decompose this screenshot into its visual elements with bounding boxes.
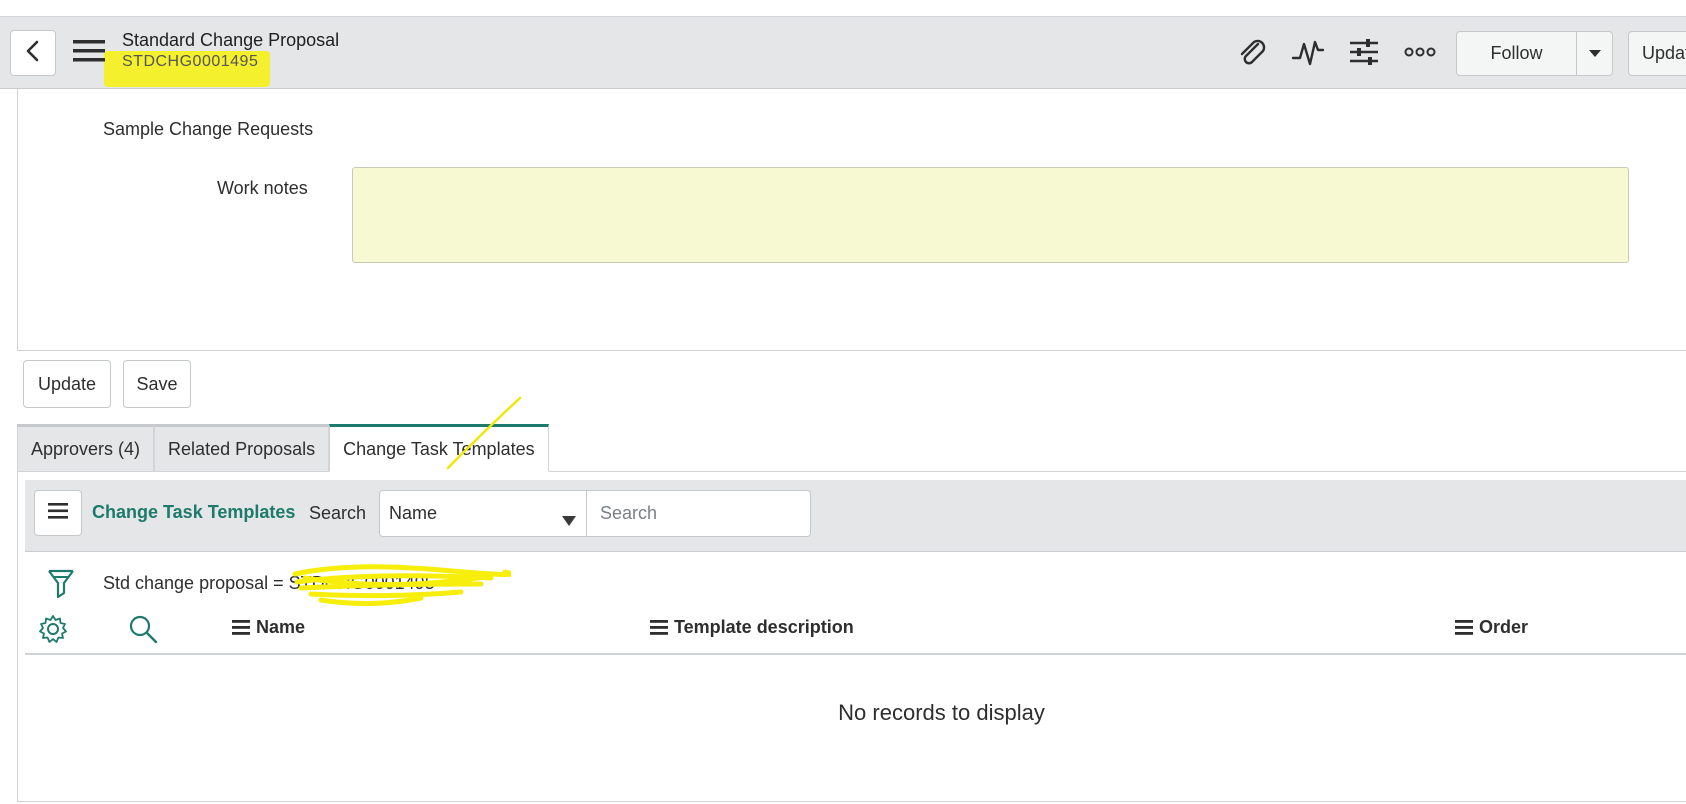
empty-list-message: No records to display (838, 700, 1045, 725)
empty-list-message-row: No records to display (0, 700, 1686, 726)
table-header-divider (25, 653, 1686, 655)
filter-funnel-icon[interactable] (47, 568, 75, 605)
column-menu-icon (650, 619, 668, 635)
gear-icon[interactable] (38, 614, 68, 644)
follow-dropdown-button[interactable] (1577, 32, 1612, 75)
related-list-title[interactable]: Change Task Templates (92, 502, 295, 523)
personalize-form-button[interactable] (1344, 36, 1384, 72)
column-label: Order (1479, 616, 1529, 637)
record-number: STDCHG0001495 (122, 53, 259, 70)
follow-button-group: Follow (1456, 31, 1613, 76)
more-options-icon (1404, 45, 1436, 63)
column-header-name[interactable]: Name (232, 606, 305, 648)
more-options-button[interactable] (1400, 36, 1440, 72)
sliders-icon (1348, 36, 1380, 73)
update-button[interactable]: Update (23, 360, 111, 408)
work-notes-textarea[interactable] (352, 167, 1629, 263)
tab-approvers[interactable]: Approvers (4) (17, 424, 155, 472)
save-button[interactable]: Save (123, 360, 191, 408)
work-notes-label: Work notes (217, 178, 308, 198)
caret-down-icon (562, 510, 576, 531)
chevron-left-icon (24, 40, 42, 67)
yellow-pen-mark (446, 396, 522, 470)
header-update-button[interactable]: Updat (1628, 31, 1686, 76)
yellow-redaction-scribble (292, 564, 511, 607)
search-field-select[interactable]: Name (379, 490, 587, 537)
hamburger-menu-icon (73, 38, 105, 69)
attachment-button[interactable] (1232, 36, 1272, 72)
filter-breadcrumb-row: Std change proposal = STDCHG0001495 (25, 560, 1686, 608)
search-input[interactable]: Search (586, 490, 811, 537)
column-header-template-description[interactable]: Template description (650, 606, 854, 648)
search-field-value: Name (389, 503, 438, 523)
activity-pulse-icon (1291, 36, 1325, 73)
form-header: Standard Change Proposal STDCHG0001495 F… (0, 17, 1686, 89)
tab-related-proposals[interactable]: Related Proposals (154, 424, 330, 472)
search-label: Search (309, 503, 367, 523)
back-button[interactable] (10, 30, 56, 76)
list-context-menu-button[interactable] (34, 490, 82, 536)
hamburger-menu-icon (48, 502, 68, 524)
follow-button[interactable]: Follow (1457, 32, 1577, 75)
related-list-toolbar: Change Task Templates Search Name Search (25, 480, 1686, 552)
paperclip-icon (1236, 36, 1268, 73)
column-menu-icon (232, 619, 250, 635)
column-label: Name (256, 616, 306, 637)
record-title: Standard Change Proposal (122, 30, 340, 50)
page: Standard Change Proposal STDCHG0001495 F… (0, 0, 1686, 804)
column-label: Template description (674, 616, 854, 637)
search-icon[interactable] (128, 614, 158, 644)
caret-down-icon (1588, 45, 1601, 63)
column-menu-icon (1455, 619, 1473, 635)
activity-stream-button[interactable] (1288, 36, 1328, 72)
section-label-sample-change-requests: Sample Change Requests (103, 119, 314, 139)
context-menu-button[interactable] (72, 37, 106, 69)
column-header-order[interactable]: Order (1455, 606, 1528, 648)
